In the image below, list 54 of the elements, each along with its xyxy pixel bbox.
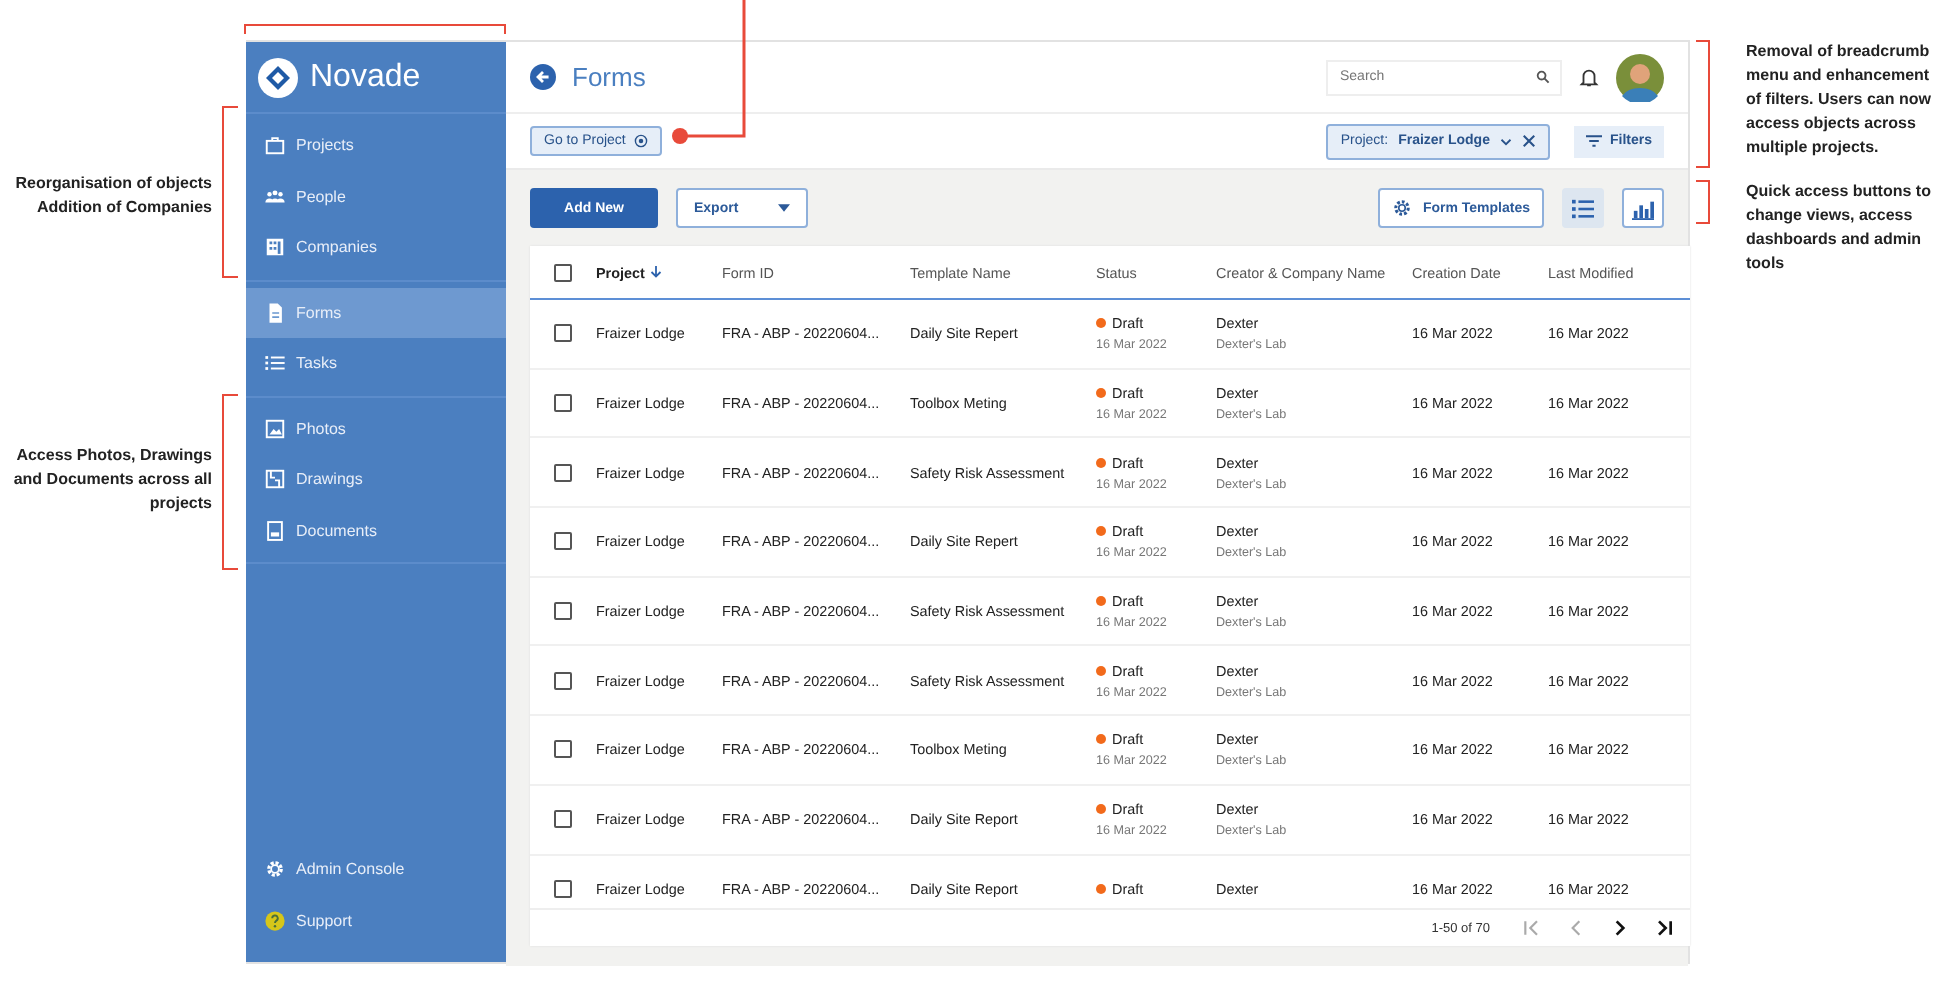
target-icon	[633, 134, 648, 148]
brand-name: Novade	[310, 59, 421, 95]
image-icon	[264, 417, 286, 440]
select-all-checkbox[interactable]	[554, 263, 572, 281]
document-icon	[264, 301, 286, 324]
nav-item[interactable]: Support	[246, 895, 506, 946]
bar-chart-icon	[1632, 197, 1654, 219]
settings-icon	[264, 858, 286, 881]
leader-line	[670, 0, 750, 144]
caret-icon	[778, 204, 790, 212]
logo-icon	[258, 57, 298, 97]
nav-item[interactable]: People	[246, 171, 506, 222]
briefcase-icon	[264, 134, 286, 157]
annotation-text: Reorganisation of objects Addition of Companies	[13, 172, 212, 220]
chevron-right-icon[interactable]	[1610, 918, 1630, 938]
view-toggle-button[interactable]	[1622, 188, 1664, 228]
row-checkbox[interactable]	[554, 394, 572, 413]
row-checkbox[interactable]	[554, 602, 572, 621]
annotation-bracket	[1696, 40, 1710, 168]
row-checkbox[interactable]	[554, 532, 572, 551]
nav-item[interactable]: Projects	[246, 120, 506, 171]
annotation-text: Removal of breadcrumb menu and enhancement of filters. Users can now access objects across multiple projects.	[1746, 40, 1933, 160]
nav-item[interactable]: Admin Console	[246, 844, 506, 895]
row-checkbox[interactable]	[554, 740, 572, 759]
nav-item[interactable]: Documents	[246, 505, 506, 556]
avatar-icon[interactable]	[1616, 53, 1664, 101]
chevron-down-icon	[1499, 135, 1512, 147]
row-checkbox[interactable]	[554, 324, 572, 343]
page-title: Forms	[572, 62, 646, 92]
filter-icon	[1585, 134, 1602, 148]
annotation-text: Access Photos, Drawings and Documents across all projects	[11, 444, 212, 516]
bell-icon[interactable]	[1578, 66, 1600, 88]
row-checkbox[interactable]	[554, 671, 572, 690]
nav-item[interactable]: Companies	[246, 222, 506, 273]
row-checkbox[interactable]	[554, 810, 572, 829]
people-icon	[264, 185, 286, 208]
back-icon[interactable]	[530, 64, 556, 90]
nav-item[interactable]: Photos	[246, 403, 506, 454]
nav-item[interactable]: Tasks	[246, 338, 506, 389]
blueprint-icon	[264, 468, 286, 491]
annotation-text: Quick access buttons to change views, access dashboards and admin tools	[1746, 180, 1933, 276]
list-view-icon	[1572, 197, 1594, 219]
row-checkbox[interactable]	[554, 463, 572, 482]
list-icon	[264, 352, 286, 375]
building-icon	[264, 236, 286, 259]
close-icon[interactable]	[1521, 134, 1536, 148]
nav-item[interactable]: Drawings	[246, 454, 506, 505]
annotation-bracket	[1696, 180, 1710, 224]
search-icon	[1536, 70, 1550, 84]
document-icon	[264, 519, 286, 542]
settings-icon	[1392, 198, 1413, 218]
last-page-icon[interactable]	[1654, 918, 1674, 938]
row-checkbox[interactable]	[554, 879, 572, 898]
help-icon	[264, 909, 286, 932]
